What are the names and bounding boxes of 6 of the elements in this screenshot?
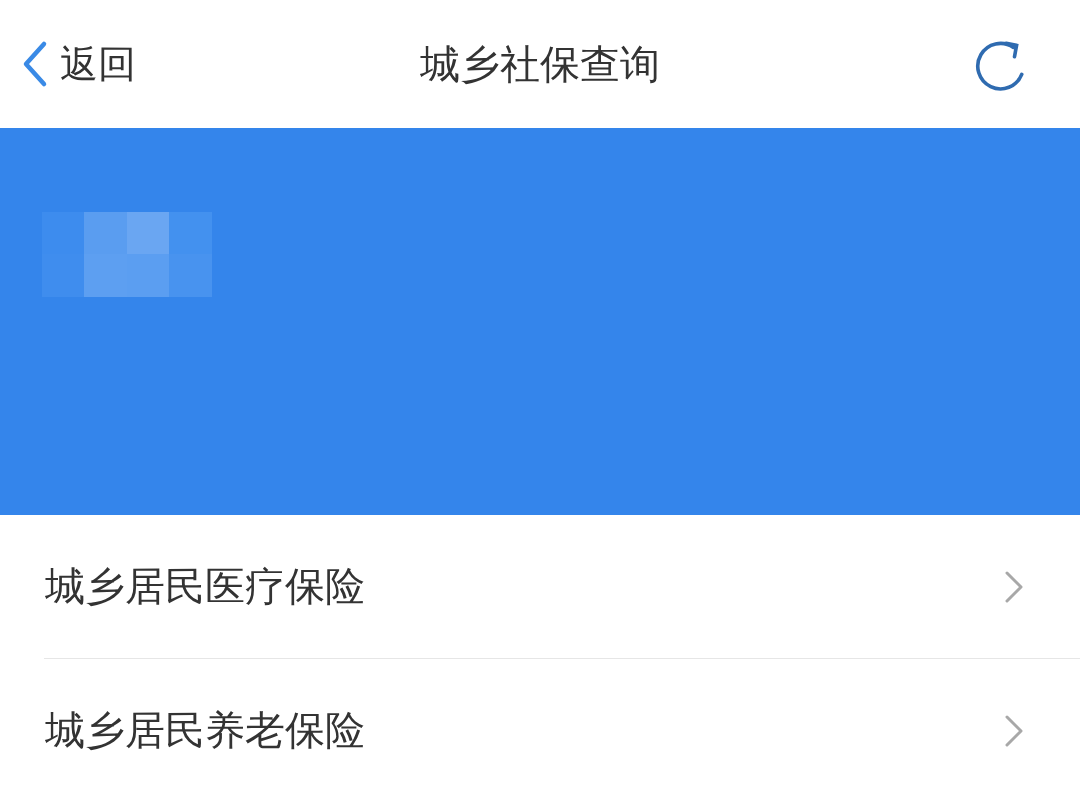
page-title: 城乡社保查询: [420, 39, 660, 89]
list-item[interactable]: 城乡居民养老保险: [0, 659, 1080, 789]
chevron-right-icon: [1004, 569, 1024, 604]
back-button[interactable]: 返回: [0, 24, 136, 104]
chevron-right-icon: [1004, 713, 1024, 748]
list-item[interactable]: 城乡居民医疗保险: [0, 515, 1080, 658]
